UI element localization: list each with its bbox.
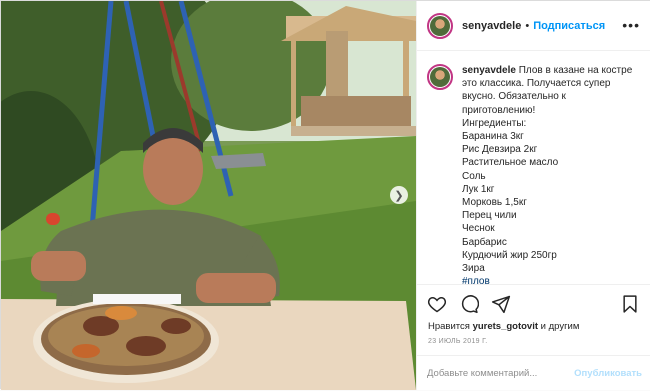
avatar[interactable] — [427, 12, 453, 39]
post-date[interactable]: 23 ИЮЛЬ 2019 Г. — [428, 338, 488, 345]
post-header: senyavdele • Подписаться ••• — [417, 1, 650, 51]
caption-line: Рис Девзира 2кг — [462, 144, 538, 156]
caption-line: это классика. Получается супер — [462, 78, 611, 90]
likes-line: Нравится yurets_gotovit и другим — [428, 321, 579, 332]
post-sidebar: senyavdele • Подписаться ••• senyavdele … — [416, 1, 650, 390]
likes-user-link[interactable]: yurets_gotovit — [473, 321, 538, 332]
caption-line: вкусно. Обязательно к — [462, 91, 566, 103]
more-options-icon[interactable]: ••• — [622, 17, 640, 33]
caption-line: Чеснок — [462, 223, 495, 235]
caption-line: Морковь 1,5кг — [462, 197, 527, 209]
header-username[interactable]: senyavdele — [462, 20, 521, 32]
heart-icon[interactable] — [427, 294, 447, 314]
caption-line: Ингредиенты: — [462, 117, 527, 129]
caption-line: Растительное масло — [462, 157, 559, 169]
caption-line: Баранина 3кг — [462, 131, 524, 143]
publish-button[interactable]: Опубликовать — [574, 368, 642, 379]
caption-line: Перец чили — [462, 210, 517, 222]
caption-username[interactable]: senyavdele — [462, 65, 516, 76]
caption-avatar[interactable] — [427, 64, 453, 90]
caption-line: Соль — [462, 170, 486, 182]
comment-icon[interactable] — [459, 294, 479, 314]
comment-input[interactable] — [427, 368, 575, 379]
caption-line: Курдючий жир 250гр — [462, 249, 557, 261]
follow-button[interactable]: Подписаться — [533, 20, 605, 32]
bookmark-icon[interactable] — [620, 294, 640, 314]
likes-suffix[interactable]: и другим — [541, 321, 580, 332]
next-photo-button[interactable]: ❯ — [390, 186, 408, 204]
hashtag-link[interactable]: #плов — [462, 275, 638, 284]
instagram-post: ❯ senyavdele • Подписаться ••• senyavdel… — [0, 0, 650, 390]
chevron-right-icon: ❯ — [394, 189, 404, 202]
likes-prefix: Нравится — [428, 321, 470, 332]
separator-dot: • — [525, 19, 530, 32]
photo-scene — [1, 1, 416, 390]
action-icons — [427, 294, 511, 314]
caption-line: приготовлению! — [462, 104, 536, 116]
caption-line: Зира — [462, 263, 485, 275]
caption-text: senyavdele Плов в казане на костре это к… — [462, 64, 638, 284]
post-photo[interactable]: ❯ — [1, 1, 416, 390]
caption-line: Плов в казане на костре — [518, 65, 633, 76]
caption-area: senyavdele Плов в казане на костре это к… — [417, 52, 650, 284]
caption-line: Лук 1кг — [462, 183, 495, 195]
post-actions: Нравится yurets_gotovit и другим 23 ИЮЛЬ… — [417, 284, 650, 390]
comment-row: Опубликовать — [417, 355, 650, 391]
caption-line: Барбарис — [462, 236, 507, 248]
share-icon[interactable] — [491, 294, 511, 314]
